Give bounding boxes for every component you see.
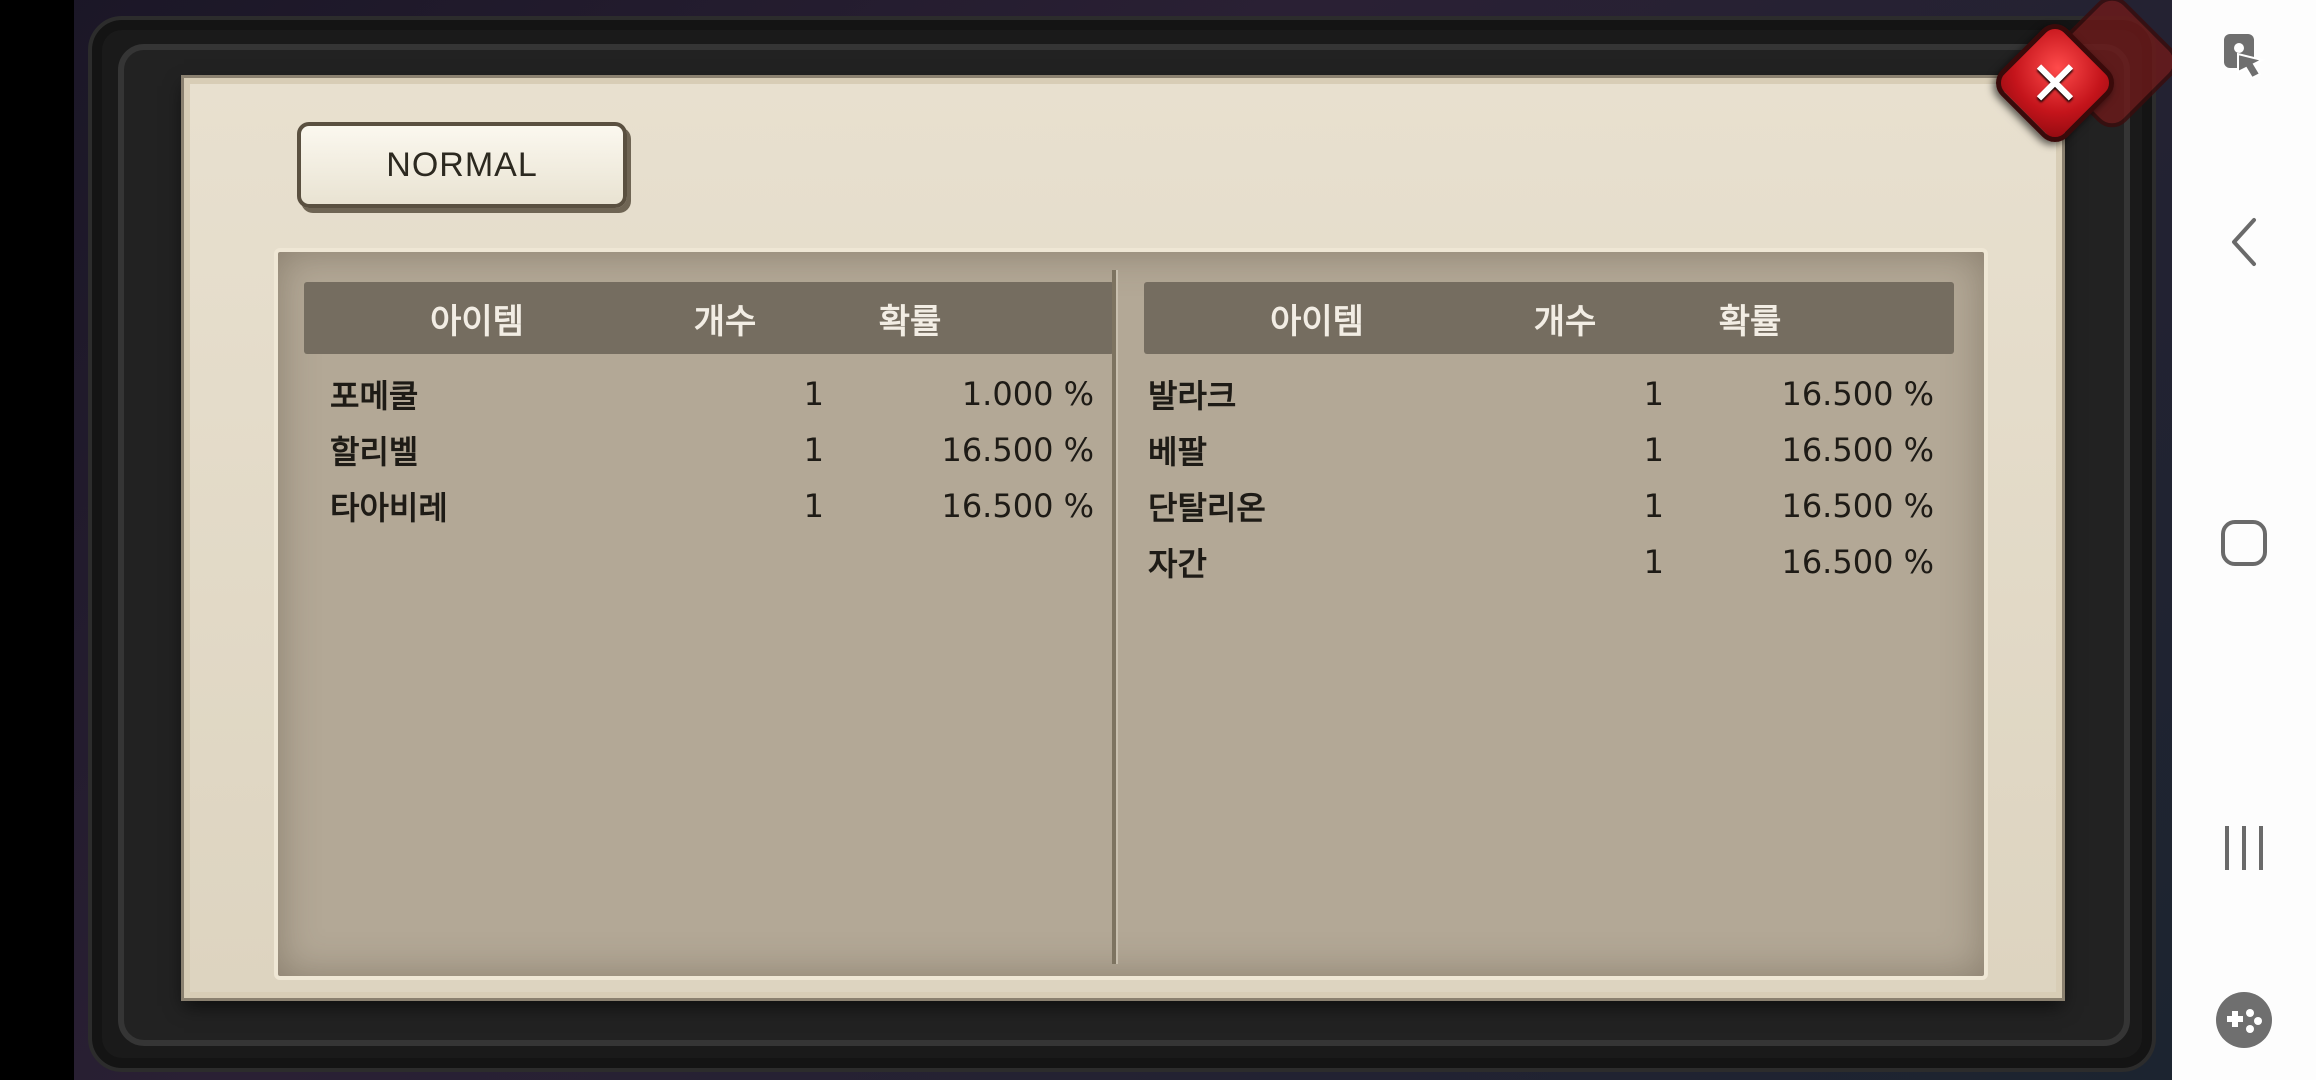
item-probability: 1.000 % <box>961 375 1094 413</box>
table-row: 발라크 1 16.500 % <box>1144 366 1954 422</box>
probability-dialog: NORMAL 아이템 개수 확률 포메쿨 1 1.000 % 할리벨 1 16.… <box>184 78 2062 998</box>
item-probability: 16.500 % <box>1781 375 1934 413</box>
item-count: 1 <box>803 431 824 469</box>
table-header: 아이템 개수 확률 <box>1144 282 1954 354</box>
item-probability: 16.500 % <box>941 487 1094 525</box>
table-header: 아이템 개수 확률 <box>304 282 1114 354</box>
item-name: 타아비레 <box>330 489 448 527</box>
right-probability-table: 아이템 개수 확률 발라크 1 16.500 % 베팔 1 16.500 % 단… <box>1144 282 1954 590</box>
close-icon: ✕ <box>2029 46 2081 120</box>
header-count: 개수 <box>693 301 757 342</box>
item-count: 1 <box>803 375 824 413</box>
header-item: 아이템 <box>430 301 524 342</box>
item-count: 1 <box>803 487 824 525</box>
home-icon[interactable] <box>2172 518 2316 568</box>
item-count: 1 <box>1643 543 1664 581</box>
item-probability: 16.500 % <box>1781 487 1934 525</box>
table-body: 포메쿨 1 1.000 % 할리벨 1 16.500 % 타아비레 1 16.5… <box>304 366 1114 534</box>
header-probability: 확률 <box>1718 301 1782 342</box>
item-probability: 16.500 % <box>941 431 1094 469</box>
item-name: 포메쿨 <box>330 377 419 415</box>
probability-panel: 아이템 개수 확률 포메쿨 1 1.000 % 할리벨 1 16.500 % 타… <box>274 248 1988 980</box>
android-nav-bar <box>2172 0 2316 1080</box>
header-probability: 확률 <box>878 301 942 342</box>
table-row: 타아비레 1 16.500 % <box>304 478 1114 534</box>
item-count: 1 <box>1643 487 1664 525</box>
table-row: 단탈리온 1 16.500 % <box>1144 478 1954 534</box>
item-probability: 16.500 % <box>1781 431 1934 469</box>
table-divider <box>1112 270 1116 964</box>
item-name: 할리벨 <box>330 433 419 471</box>
game-tools-icon[interactable] <box>2172 990 2316 1050</box>
table-row: 할리벨 1 16.500 % <box>304 422 1114 478</box>
item-name: 베팔 <box>1148 433 1207 471</box>
table-body: 발라크 1 16.500 % 베팔 1 16.500 % 단탈리온 1 16.5… <box>1144 366 1954 590</box>
back-icon[interactable] <box>2172 212 2316 272</box>
header-item: 아이템 <box>1270 301 1364 342</box>
item-count: 1 <box>1643 431 1664 469</box>
header-count: 개수 <box>1533 301 1597 342</box>
left-probability-table: 아이템 개수 확률 포메쿨 1 1.000 % 할리벨 1 16.500 % 타… <box>304 282 1114 534</box>
touch-lock-icon[interactable] <box>2172 28 2316 84</box>
screen-edge-strip <box>0 0 74 1080</box>
item-count: 1 <box>1643 375 1664 413</box>
table-row: 포메쿨 1 1.000 % <box>304 366 1114 422</box>
item-name: 발라크 <box>1148 377 1237 415</box>
item-name: 자간 <box>1148 545 1207 583</box>
tab-normal[interactable]: NORMAL <box>297 122 627 208</box>
table-row: 베팔 1 16.500 % <box>1144 422 1954 478</box>
item-probability: 16.500 % <box>1781 543 1934 581</box>
table-row: 자간 1 16.500 % <box>1144 534 1954 590</box>
item-name: 단탈리온 <box>1148 489 1266 527</box>
recents-icon[interactable] <box>2172 820 2316 876</box>
